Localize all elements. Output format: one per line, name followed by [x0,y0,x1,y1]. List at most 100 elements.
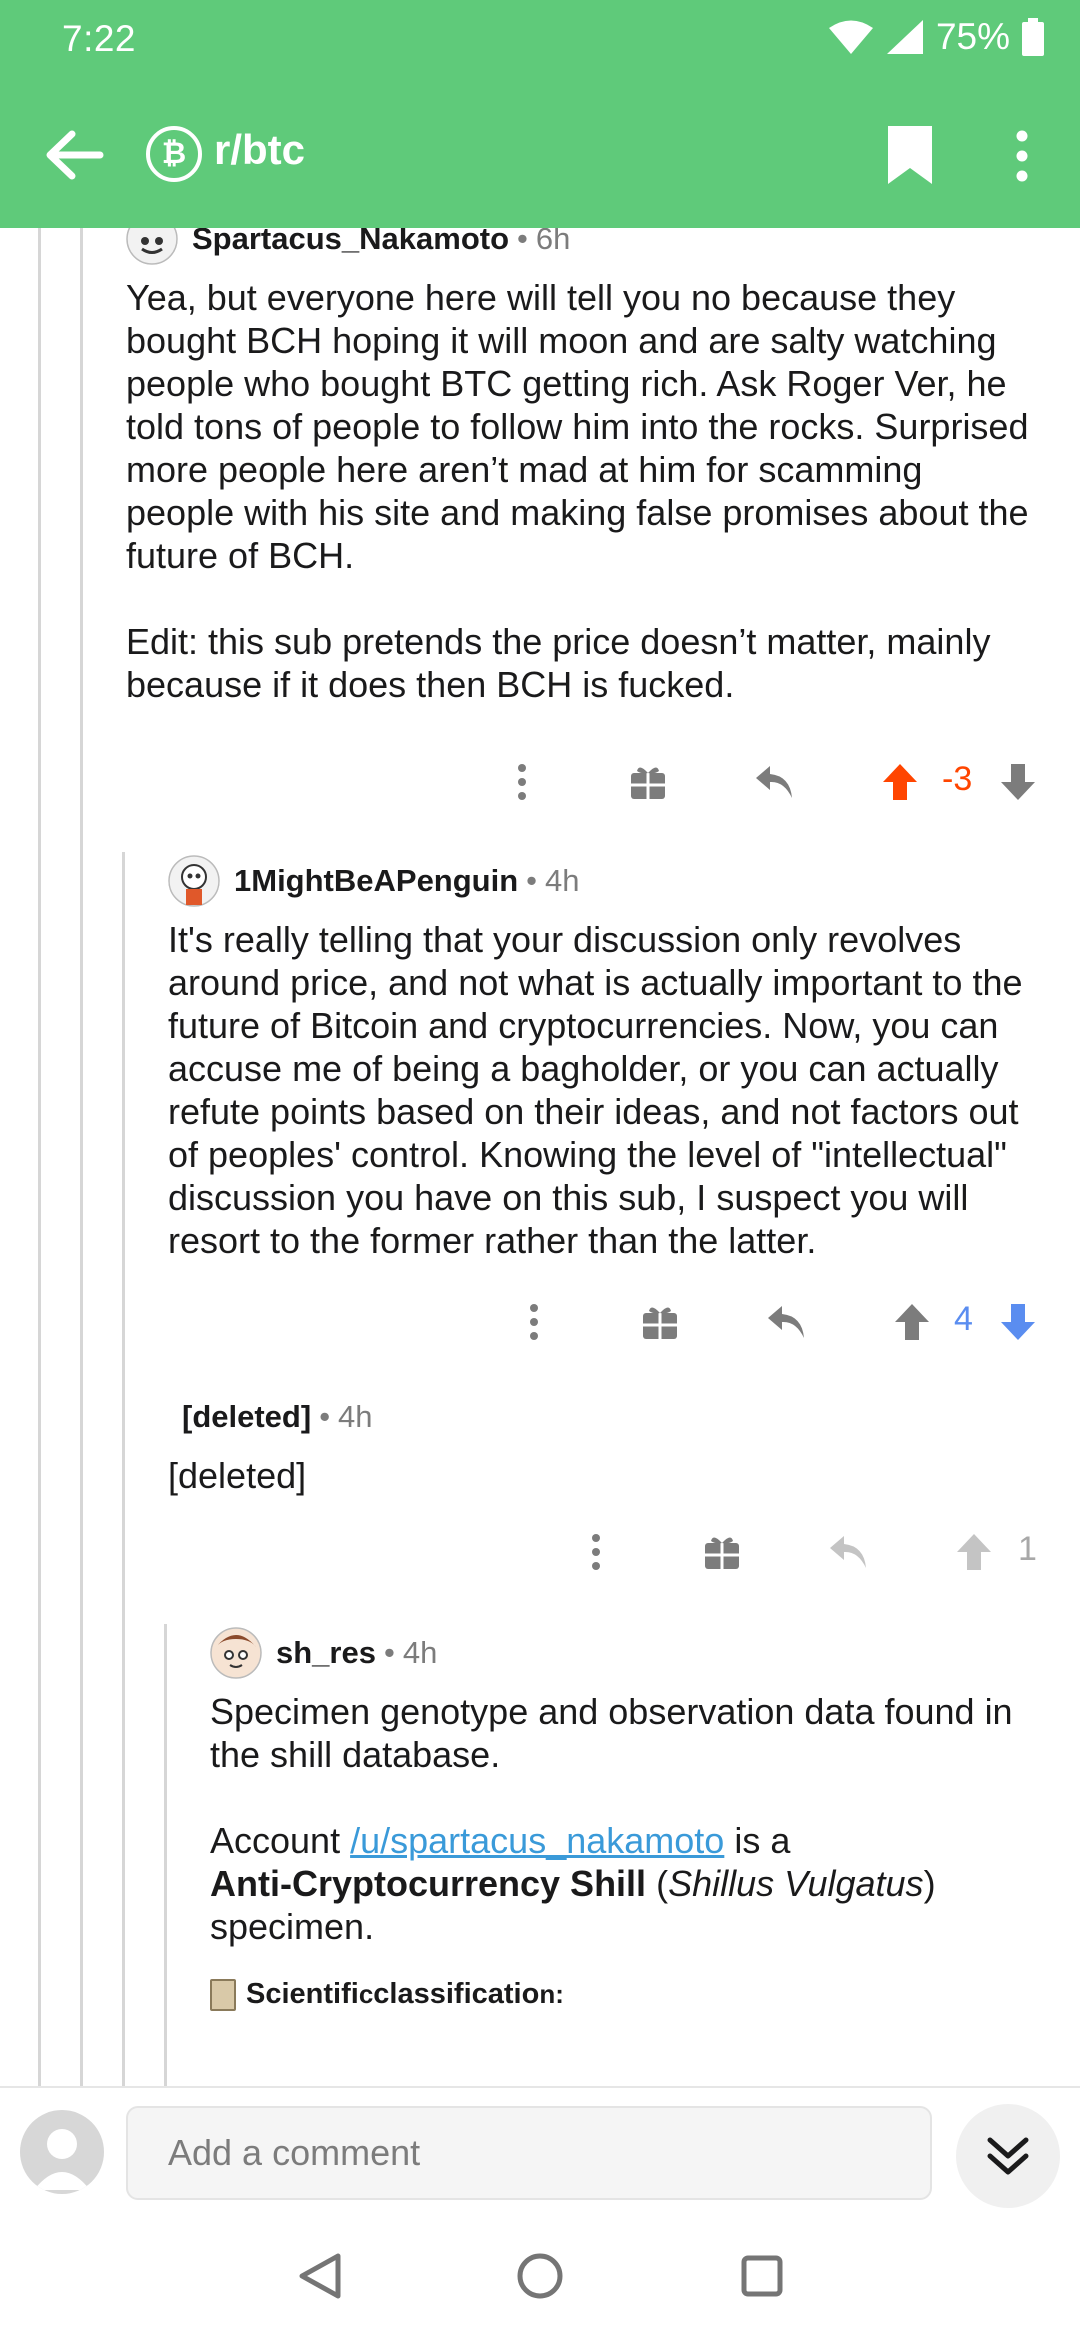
award-button[interactable] [694,1522,750,1582]
comment-more-button[interactable] [494,752,550,812]
comment-body: It's really telling that your discussion… [168,918,1058,1262]
comment: Spartacus_Nakamoto • 6h Yea, but everyon… [126,228,1036,706]
comment-age: 4h [338,1399,373,1434]
text-fragment: : [555,1979,564,2009]
avatar [168,855,220,907]
vote-score: 1 [1018,1530,1037,1568]
nav-home-button[interactable] [510,2246,570,2306]
downvote-button[interactable] [990,752,1046,812]
arrow-left-icon [46,130,104,180]
award-button[interactable] [632,1292,688,1352]
comment-paragraph: Specimen genotype and observation data f… [210,1691,1013,1775]
thread-rail [122,852,125,2086]
comment-paragraph: Account /u/spartacus_nakamoto is a Anti-… [210,1819,1060,1948]
comment-meta: 1MightBeAPenguin • 4h [168,855,1058,907]
double-chevron-down-icon [987,2137,1029,2175]
comment-age: 4h [402,1635,438,1670]
system-nav-bar [0,2216,1080,2340]
bold-text: Anti-Cryptocurrency Shill [210,1863,647,1904]
status-icons: 75% [828,16,1044,58]
gift-icon [631,767,665,799]
add-comment-input[interactable]: Add a comment [126,2106,932,2200]
comment-more-button[interactable] [568,1522,624,1582]
more-vertical-icon [518,764,526,800]
collapse-comments-button[interactable] [956,2104,1060,2208]
user-link[interactable]: /u/spartacus_nakamoto [350,1820,724,1861]
separator-dot: • [319,1399,331,1434]
comment-age: 6h [535,228,571,256]
more-vertical-icon [1016,130,1028,182]
comment-paragraph: Edit: this sub pretends the price doesn’… [126,621,991,705]
text-fragment: specimen. [210,1906,375,1947]
upvote-arrow-icon [883,764,917,800]
thread-rail [164,1624,167,2086]
comment-author[interactable]: Spartacus_Nakamoto [192,228,509,257]
comment-actions: 4 [506,1292,1066,1352]
reply-icon [830,1536,866,1568]
nav-back-button[interactable] [290,2246,350,2306]
scientific-classification-heading: Scientifi c classificatio n: [210,1978,1060,2011]
battery-percent: 75% [935,16,1010,57]
text-fragment: ) [923,1863,936,1904]
comment-author: [deleted] [182,1399,312,1434]
upvote-arrow-icon [957,1534,991,1570]
comment: [deleted] • 4h [deleted] [168,1392,1058,1497]
comment: sh_res • 4h Specimen genotype and observ… [210,1627,1060,2011]
comment-meta: [deleted] • 4h [168,1392,1058,1442]
bookmark-button[interactable] [886,124,934,186]
upvote-button[interactable] [872,752,928,812]
downvote-button[interactable] [990,1292,1046,1352]
nav-recents-button[interactable] [732,2246,792,2306]
back-button[interactable] [40,120,110,190]
gift-icon [705,1537,739,1569]
reply-button [820,1522,876,1582]
award-button[interactable] [620,752,676,812]
upvote-button [946,1522,1002,1582]
gift-icon [643,1307,677,1339]
comment-paragraph: Yea, but everyone here will tell you no … [126,277,1029,576]
vote-score: -3 [942,760,973,798]
thread-rail [80,228,83,2086]
text-fragment: is a [724,1820,791,1861]
reply-icon [756,766,792,798]
text-fragment: ( [646,1863,669,1904]
comment-meta: sh_res • 4h [210,1627,1060,1679]
user-silhouette-icon [34,2129,90,2190]
signal-icon [886,20,923,54]
bookmark-icon [888,126,932,184]
comment-composer: Add a comment [0,2086,1080,2216]
comment-author[interactable]: sh_res [276,1635,376,1671]
thread-rail [38,228,41,2086]
separator-dot: • [526,863,538,898]
text-fragment: classificatio [373,1978,540,2010]
avatar [210,1627,262,1679]
status-time: 7:22 [62,18,137,59]
comment-body: [deleted] [168,1454,1058,1497]
subreddit-title[interactable]: r/btc [214,126,305,174]
comment-author[interactable]: 1MightBeAPenguin [234,863,518,899]
comment-paragraph: [deleted] [168,1455,307,1496]
subreddit-icon[interactable]: ₿ [146,126,202,182]
comment-more-button[interactable] [506,1292,562,1352]
bitcoin-icon: ₿ [161,137,187,170]
upvote-arrow-icon [895,1304,929,1340]
text-fragment: Account [210,1820,351,1861]
triangle-back-icon [299,2253,341,2299]
comment-paragraph: It's really telling that your discussion… [168,919,1023,1261]
more-options-button[interactable] [1004,126,1040,186]
text-fragment: Scientifi [246,1978,359,2010]
upvote-button[interactable] [884,1292,940,1352]
circle-home-icon [517,2253,563,2299]
vote-score: 4 [954,1300,973,1338]
user-avatar[interactable] [20,2110,104,2194]
downvote-arrow-icon [1001,1304,1035,1340]
wifi-icon [828,20,873,54]
reply-button[interactable] [758,1292,814,1352]
square-recents-icon [741,2255,783,2297]
separator-dot: • [383,1635,395,1670]
text-fragment: c [358,1979,374,2009]
clipboard-icon [210,1978,236,2011]
app-header: 7:22 75% ₿ r/btc [0,0,1080,228]
comment-actions: 1 [568,1522,1068,1582]
reply-button[interactable] [746,752,802,812]
